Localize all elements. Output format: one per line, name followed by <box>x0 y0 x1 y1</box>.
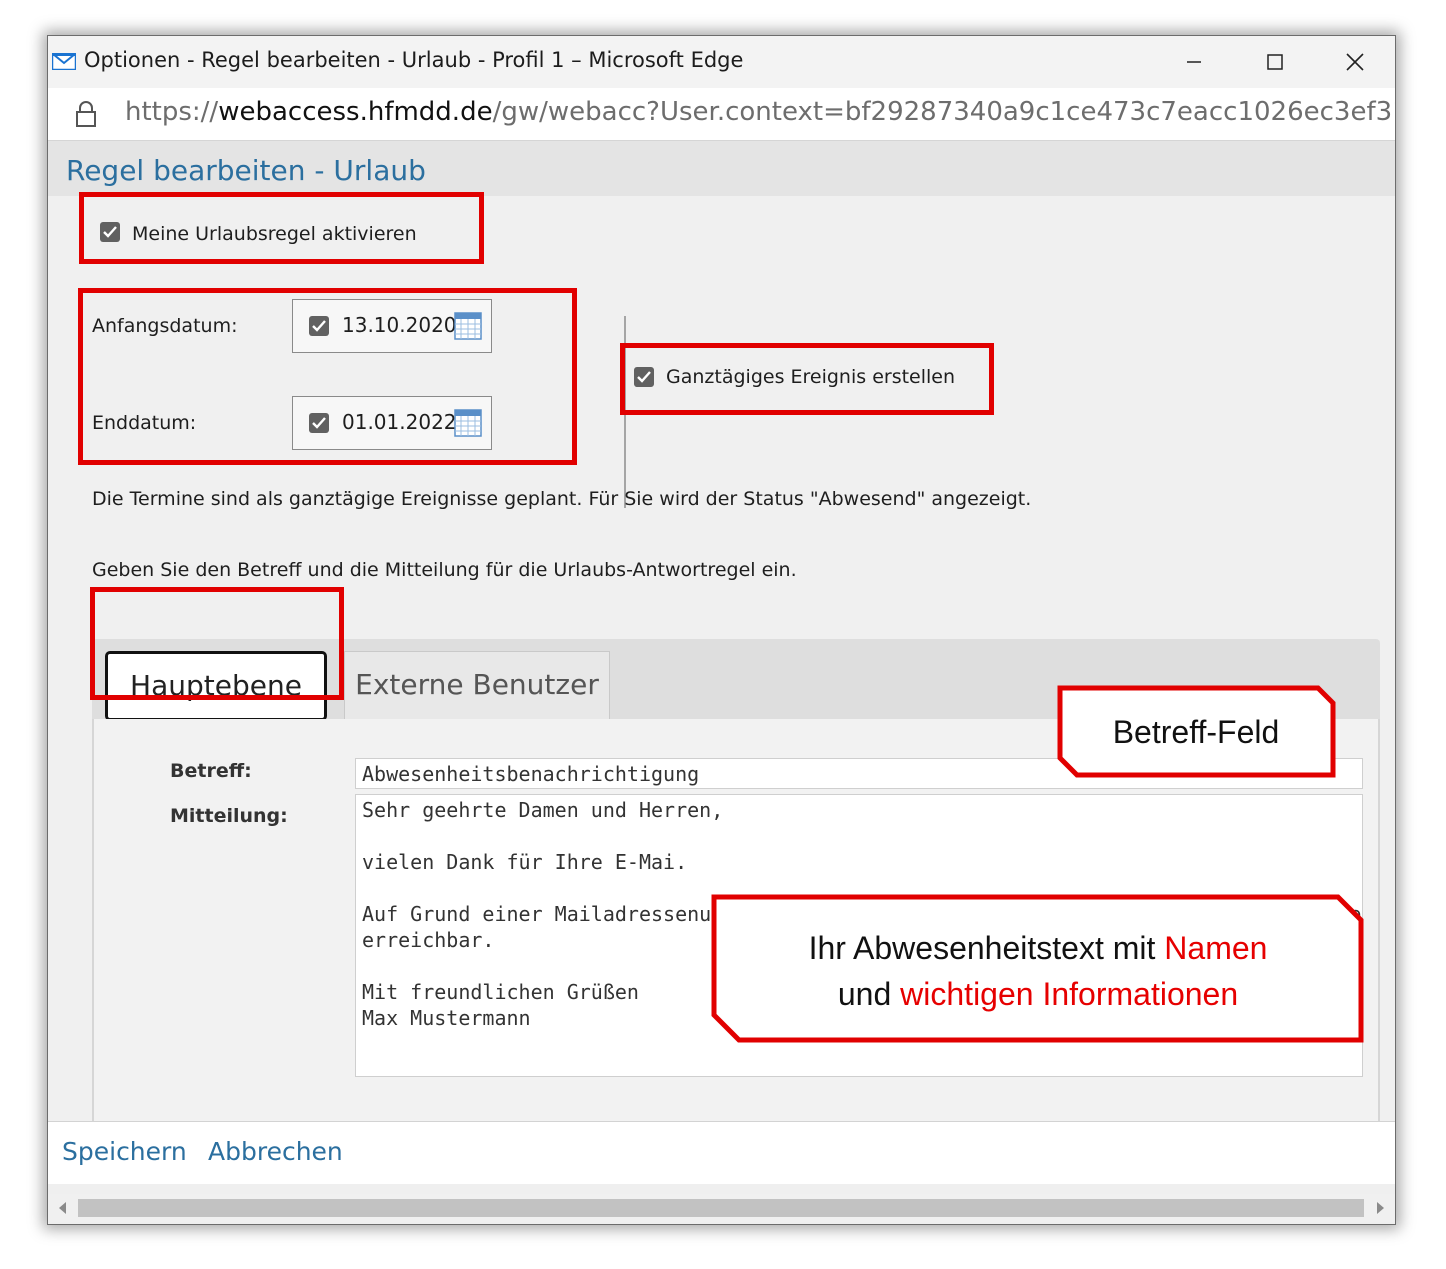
dialog-header: Regel bearbeiten - Urlaub <box>48 141 1395 196</box>
callout-line-1: Ihr Abwesenheitstext mit <box>808 930 1165 966</box>
highlight-activate <box>79 192 484 264</box>
address-bar[interactable]: https://webaccess.hfmdd.de/gw/webacc?Use… <box>48 88 1395 141</box>
horizontal-scrollbar[interactable] <box>48 1194 1395 1222</box>
message-callout-text: Ihr Abwesenheitstext mit Namen und wicht… <box>720 925 1356 1017</box>
url-prefix: https:// <box>125 97 219 127</box>
close-icon[interactable] <box>1337 44 1373 80</box>
minimize-icon[interactable] <box>1176 44 1212 80</box>
subject-label: Betreff: <box>170 760 252 782</box>
scrollbar-thumb[interactable] <box>78 1199 1364 1217</box>
highlight-tab <box>90 587 344 700</box>
url-domain: webaccess.hfmdd.de <box>218 97 493 127</box>
scroll-right-icon[interactable] <box>1377 1202 1384 1214</box>
url-path: /gw/webacc?User.context=bf29287340a9c1ce… <box>492 97 1396 127</box>
subject-callout-text: Betreff-Feld <box>1112 714 1280 750</box>
subject-input[interactable]: Abwesenheitsbenachrichtigung <box>355 758 1363 789</box>
highlight-dates <box>78 288 577 465</box>
title-bar: Optionen - Regel bearbeiten - Urlaub - P… <box>48 36 1395 88</box>
mail-icon <box>51 52 77 71</box>
highlight-allday <box>620 343 994 415</box>
cancel-link[interactable]: Abbrechen <box>208 1137 343 1166</box>
info-text: Die Termine sind als ganztägige Ereignis… <box>92 488 1032 510</box>
dialog-title: Regel bearbeiten - Urlaub <box>66 154 426 187</box>
message-label: Mitteilung: <box>170 805 288 827</box>
url-text[interactable]: https://webaccess.hfmdd.de/gw/webacc?Use… <box>125 97 1396 127</box>
save-link[interactable]: Speichern <box>62 1137 187 1166</box>
callout-highlight-name: Namen <box>1164 930 1268 966</box>
tab-externe-benutzer[interactable]: Externe Benutzer <box>344 651 610 719</box>
callout-line-2: und <box>837 976 901 1012</box>
dialog-footer: Speichern Abbrechen <box>48 1121 1395 1184</box>
callout-highlight-info: wichtigen Informationen <box>900 976 1239 1012</box>
window-title: Optionen - Regel bearbeiten - Urlaub - P… <box>84 48 744 72</box>
prompt-text: Geben Sie den Betreff und die Mitteilung… <box>92 559 797 581</box>
maximize-icon[interactable] <box>1257 44 1293 80</box>
lock-icon <box>75 100 97 132</box>
scroll-left-icon[interactable] <box>59 1202 66 1214</box>
